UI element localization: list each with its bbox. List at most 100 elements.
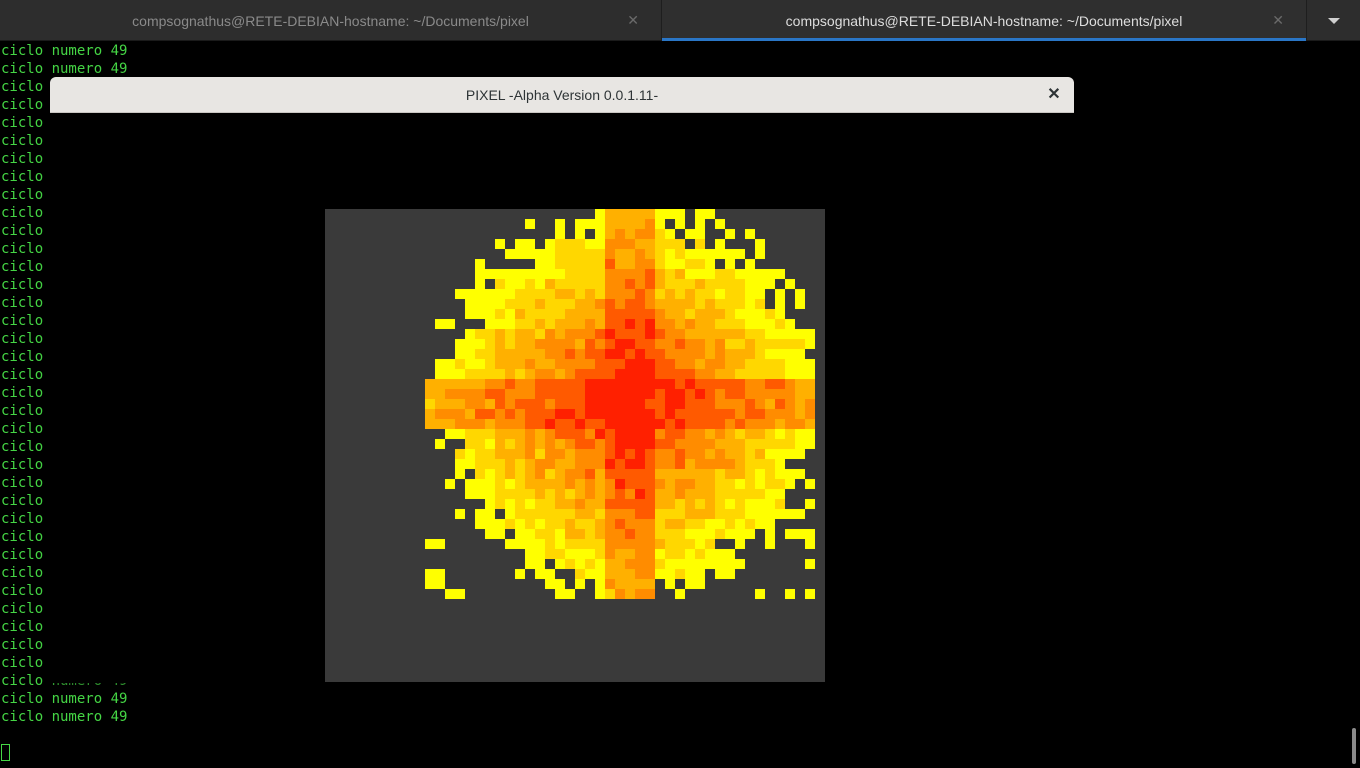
heat-pixel — [515, 429, 525, 439]
heat-pixel — [625, 359, 635, 369]
tab-terminal-1[interactable]: compsognathus@RETE-DEBIAN-hostname: ~/Do… — [0, 0, 662, 41]
heat-pixel — [585, 249, 595, 259]
heat-pixel — [805, 419, 815, 429]
heat-pixel — [515, 509, 525, 519]
heat-pixel — [705, 309, 715, 319]
heat-pixel — [575, 479, 585, 489]
heat-pixel — [425, 379, 435, 389]
heat-pixel — [475, 459, 485, 469]
heat-pixel — [465, 419, 475, 429]
heat-pixel — [655, 409, 665, 419]
heat-pixel — [595, 389, 605, 399]
heat-pixel — [555, 519, 565, 529]
heat-pixel — [585, 509, 595, 519]
heat-pixel — [685, 349, 695, 359]
heat-pixel — [605, 559, 615, 569]
heat-pixel — [585, 399, 595, 409]
close-icon[interactable]: ✕ — [1272, 12, 1284, 29]
heat-pixel — [655, 469, 665, 479]
heat-pixel — [425, 539, 445, 549]
heat-pixel — [755, 319, 765, 329]
heat-pixel — [675, 219, 685, 229]
heat-pixel — [715, 299, 725, 309]
heat-pixel — [615, 239, 625, 249]
heat-pixel — [715, 219, 725, 229]
tab-label: compsognathus@RETE-DEBIAN-hostname: ~/Do… — [785, 12, 1183, 29]
heat-pixel — [455, 389, 465, 399]
scrollbar-thumb[interactable] — [1352, 728, 1356, 764]
heat-pixel — [585, 279, 595, 289]
heat-pixel — [575, 499, 585, 509]
heat-pixel — [755, 349, 765, 359]
heat-pixel — [475, 519, 485, 529]
heat-pixel — [455, 429, 465, 439]
close-icon[interactable]: ✕ — [1044, 85, 1064, 105]
heat-pixel — [575, 369, 585, 379]
tab-menu-button[interactable] — [1308, 0, 1360, 41]
heat-pixel — [795, 449, 805, 459]
heat-pixel — [505, 399, 515, 409]
heat-pixel — [745, 229, 755, 239]
heat-pixel — [605, 429, 615, 439]
heat-pixel — [725, 489, 735, 499]
heat-pixel — [595, 409, 605, 419]
tab-terminal-2[interactable]: compsognathus@RETE-DEBIAN-hostname: ~/Do… — [662, 0, 1307, 41]
heat-pixel — [665, 469, 675, 479]
heat-pixel — [535, 439, 545, 449]
heat-pixel — [625, 529, 635, 539]
heat-pixel — [525, 359, 535, 369]
heat-pixel — [755, 339, 765, 349]
heat-pixel — [575, 299, 585, 309]
heat-pixel — [785, 379, 795, 389]
heat-pixel — [695, 229, 705, 239]
heat-pixel — [585, 359, 595, 369]
heat-pixel — [575, 409, 585, 419]
heat-pixel — [475, 329, 485, 339]
heat-pixel — [725, 279, 735, 289]
heat-pixel — [535, 279, 545, 289]
heat-pixel — [505, 249, 515, 259]
heat-pixel — [665, 459, 675, 469]
heat-pixel — [565, 339, 575, 349]
heat-pixel — [745, 439, 755, 449]
heat-pixel — [765, 439, 775, 449]
heat-pixel — [495, 459, 505, 469]
scrollbar[interactable] — [1348, 41, 1360, 768]
heat-pixel — [585, 439, 595, 449]
terminal-line: ciclo — [1, 457, 44, 473]
heat-pixel — [665, 399, 675, 409]
heat-pixel — [605, 529, 615, 539]
terminal-line: ciclo — [1, 331, 44, 347]
heat-pixel — [705, 269, 715, 279]
heat-pixel — [625, 489, 635, 499]
heat-pixel — [595, 499, 605, 509]
heat-pixel — [575, 519, 585, 529]
pixel-titlebar[interactable]: PIXEL -Alpha Version 0.0.1.11- ✕ — [50, 77, 1074, 113]
heat-pixel — [625, 379, 635, 389]
heat-pixel — [615, 429, 625, 439]
heat-pixel — [675, 529, 685, 539]
heat-pixel — [755, 479, 765, 489]
heat-pixel — [675, 259, 685, 269]
heat-pixel — [705, 449, 715, 459]
heat-pixel — [695, 509, 705, 519]
heat-pixel — [735, 399, 745, 409]
close-icon[interactable]: ✕ — [627, 12, 639, 29]
heat-pixel — [595, 429, 605, 439]
heat-pixel — [465, 449, 475, 459]
heat-pixel — [495, 349, 505, 359]
heat-pixel — [615, 549, 625, 559]
heat-pixel — [455, 369, 465, 379]
heat-pixel — [675, 349, 685, 359]
heat-pixel — [535, 409, 545, 419]
pixel-canvas[interactable] — [325, 209, 825, 682]
heat-pixel — [685, 569, 695, 579]
heat-pixel — [455, 469, 465, 479]
heat-pixel — [765, 269, 775, 279]
heat-pixel — [775, 389, 785, 399]
heat-pixel — [585, 429, 595, 439]
heat-pixel — [545, 349, 555, 359]
chevron-down-icon — [1328, 17, 1340, 24]
heat-pixel — [485, 449, 495, 459]
heat-pixel — [695, 389, 705, 399]
